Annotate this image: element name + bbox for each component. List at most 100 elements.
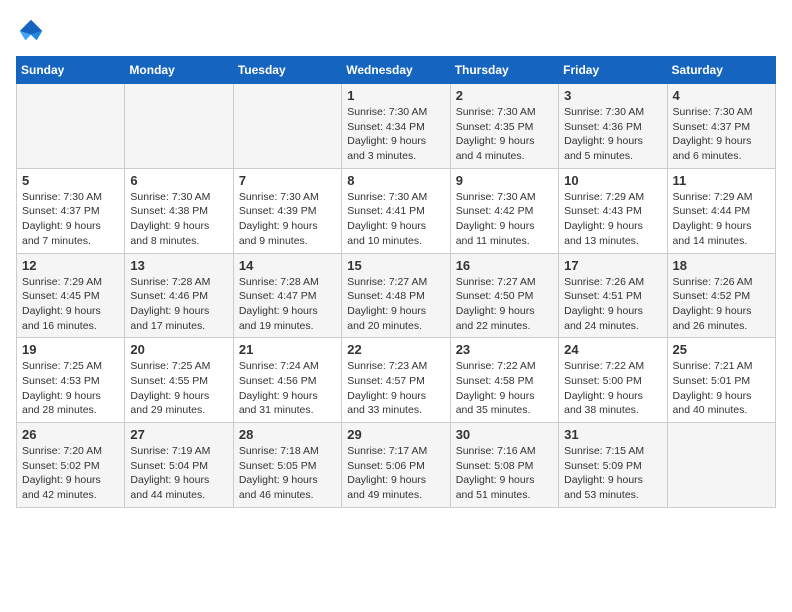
calendar-cell: 1Sunrise: 7:30 AM Sunset: 4:34 PM Daylig…: [342, 84, 450, 169]
day-number: 23: [456, 342, 553, 357]
day-info: Sunrise: 7:29 AM Sunset: 4:45 PM Dayligh…: [22, 275, 119, 334]
calendar-cell: 15 Sunrise: 7:27 AM Sunset: 4:48 PM Dayli…: [342, 253, 450, 338]
calendar-cell: 5 Sunrise: 7:30 AM Sunset: 4:37 PM Daylig…: [17, 168, 125, 253]
day-info: Sunrise: 7:21 AM Sunset: 5:01 PM Dayligh…: [673, 359, 770, 418]
calendar-cell: 23 Sunrise: 7:22 AM Sunset: 4:58 PM Dayli…: [450, 338, 558, 423]
calendar-cell: [125, 84, 233, 169]
calendar-cell: 28Sunrise: 7:18 AM Sunset: 5:05 PM Dayli…: [233, 423, 341, 508]
calendar-cell: 24 Sunrise: 7:22 AM Sunset: 5:00 PM Dayli…: [559, 338, 667, 423]
calendar-header: SundayMondayTuesdayWednesdayThursdayFrid…: [17, 57, 776, 84]
day-number: 15: [347, 258, 444, 273]
day-number: 11: [673, 173, 770, 188]
header-day-wednesday: Wednesday: [342, 57, 450, 84]
calendar-cell: 17 Sunrise: 7:26 AM Sunset: 4:51 PM Dayli…: [559, 253, 667, 338]
calendar-cell: 31Sunrise: 7:15 AM Sunset: 5:09 PM Dayli…: [559, 423, 667, 508]
calendar-cell: 21 Sunrise: 7:24 AM Sunset: 4:56 PM Dayli…: [233, 338, 341, 423]
calendar-cell: 13 Sunrise: 7:28 AM Sunset: 4:46 PM Dayli…: [125, 253, 233, 338]
day-number: 24: [564, 342, 661, 357]
calendar-cell: 16 Sunrise: 7:27 AM Sunset: 4:50 PM Dayli…: [450, 253, 558, 338]
calendar-body: 1Sunrise: 7:30 AM Sunset: 4:34 PM Daylig…: [17, 84, 776, 508]
calendar-table: SundayMondayTuesdayWednesdayThursdayFrid…: [16, 56, 776, 508]
day-number: 10: [564, 173, 661, 188]
day-number: 16: [456, 258, 553, 273]
day-number: 5: [22, 173, 119, 188]
calendar-cell: 6 Sunrise: 7:30 AM Sunset: 4:38 PM Daylig…: [125, 168, 233, 253]
day-number: 20: [130, 342, 227, 357]
calendar-week-5: 26Sunrise: 7:20 AM Sunset: 5:02 PM Dayli…: [17, 423, 776, 508]
day-number: 22: [347, 342, 444, 357]
day-number: 29: [347, 427, 444, 442]
calendar-cell: 14 Sunrise: 7:28 AM Sunset: 4:47 PM Dayli…: [233, 253, 341, 338]
day-info: Sunrise: 7:25 AM Sunset: 4:55 PM Dayligh…: [130, 359, 227, 418]
calendar-cell: 12 Sunrise: 7:29 AM Sunset: 4:45 PM Dayli…: [17, 253, 125, 338]
calendar-week-1: 1Sunrise: 7:30 AM Sunset: 4:34 PM Daylig…: [17, 84, 776, 169]
day-info: Sunrise: 7:19 AM Sunset: 5:04 PM Dayligh…: [130, 444, 227, 503]
calendar-cell: [233, 84, 341, 169]
day-info: Sunrise: 7:15 AM Sunset: 5:09 PM Dayligh…: [564, 444, 661, 503]
day-info: Sunrise: 7:22 AM Sunset: 4:58 PM Dayligh…: [456, 359, 553, 418]
day-info: Sunrise: 7:29 AM Sunset: 4:43 PM Dayligh…: [564, 190, 661, 249]
day-number: 27: [130, 427, 227, 442]
calendar-cell: 3Sunrise: 7:30 AM Sunset: 4:36 PM Daylig…: [559, 84, 667, 169]
calendar-cell: 18 Sunrise: 7:26 AM Sunset: 4:52 PM Dayli…: [667, 253, 775, 338]
header-day-thursday: Thursday: [450, 57, 558, 84]
header-day-friday: Friday: [559, 57, 667, 84]
day-number: 18: [673, 258, 770, 273]
header-day-monday: Monday: [125, 57, 233, 84]
day-number: 6: [130, 173, 227, 188]
day-number: 2: [456, 88, 553, 103]
day-info: Sunrise: 7:24 AM Sunset: 4:56 PM Dayligh…: [239, 359, 336, 418]
calendar-cell: 7 Sunrise: 7:30 AM Sunset: 4:39 PM Daylig…: [233, 168, 341, 253]
day-info: Sunrise: 7:27 AM Sunset: 4:50 PM Dayligh…: [456, 275, 553, 334]
day-info: Sunrise: 7:28 AM Sunset: 4:46 PM Dayligh…: [130, 275, 227, 334]
day-number: 30: [456, 427, 553, 442]
day-info: Sunrise: 7:28 AM Sunset: 4:47 PM Dayligh…: [239, 275, 336, 334]
page-header: [16, 16, 776, 46]
calendar-cell: 22 Sunrise: 7:23 AM Sunset: 4:57 PM Dayli…: [342, 338, 450, 423]
calendar-cell: 25Sunrise: 7:21 AM Sunset: 5:01 PM Dayli…: [667, 338, 775, 423]
day-info: Sunrise: 7:30 AM Sunset: 4:37 PM Dayligh…: [22, 190, 119, 249]
calendar-week-4: 19Sunrise: 7:25 AM Sunset: 4:53 PM Dayli…: [17, 338, 776, 423]
day-info: Sunrise: 7:29 AM Sunset: 4:44 PM Dayligh…: [673, 190, 770, 249]
calendar-cell: 9 Sunrise: 7:30 AM Sunset: 4:42 PM Daylig…: [450, 168, 558, 253]
day-info: Sunrise: 7:30 AM Sunset: 4:38 PM Dayligh…: [130, 190, 227, 249]
header-day-tuesday: Tuesday: [233, 57, 341, 84]
day-info: Sunrise: 7:26 AM Sunset: 4:52 PM Dayligh…: [673, 275, 770, 334]
day-info: Sunrise: 7:22 AM Sunset: 5:00 PM Dayligh…: [564, 359, 661, 418]
day-number: 9: [456, 173, 553, 188]
logo: [16, 16, 50, 46]
day-info: Sunrise: 7:27 AM Sunset: 4:48 PM Dayligh…: [347, 275, 444, 334]
day-info: Sunrise: 7:25 AM Sunset: 4:53 PM Dayligh…: [22, 359, 119, 418]
calendar-week-2: 5 Sunrise: 7:30 AM Sunset: 4:37 PM Daylig…: [17, 168, 776, 253]
calendar-cell: 19Sunrise: 7:25 AM Sunset: 4:53 PM Dayli…: [17, 338, 125, 423]
day-number: 17: [564, 258, 661, 273]
day-number: 14: [239, 258, 336, 273]
day-number: 21: [239, 342, 336, 357]
day-number: 7: [239, 173, 336, 188]
day-info: Sunrise: 7:26 AM Sunset: 4:51 PM Dayligh…: [564, 275, 661, 334]
day-number: 12: [22, 258, 119, 273]
day-info: Sunrise: 7:18 AM Sunset: 5:05 PM Dayligh…: [239, 444, 336, 503]
day-info: Sunrise: 7:30 AM Sunset: 4:41 PM Dayligh…: [347, 190, 444, 249]
calendar-cell: 29 Sunrise: 7:17 AM Sunset: 5:06 PM Dayli…: [342, 423, 450, 508]
calendar-cell: 2Sunrise: 7:30 AM Sunset: 4:35 PM Daylig…: [450, 84, 558, 169]
calendar-cell: 11 Sunrise: 7:29 AM Sunset: 4:44 PM Dayli…: [667, 168, 775, 253]
day-info: Sunrise: 7:17 AM Sunset: 5:06 PM Dayligh…: [347, 444, 444, 503]
calendar-week-3: 12 Sunrise: 7:29 AM Sunset: 4:45 PM Dayli…: [17, 253, 776, 338]
calendar-cell: 30Sunrise: 7:16 AM Sunset: 5:08 PM Dayli…: [450, 423, 558, 508]
day-number: 26: [22, 427, 119, 442]
calendar-cell: [17, 84, 125, 169]
day-info: Sunrise: 7:30 AM Sunset: 4:37 PM Dayligh…: [673, 105, 770, 164]
calendar-cell: 20 Sunrise: 7:25 AM Sunset: 4:55 PM Dayli…: [125, 338, 233, 423]
day-number: 13: [130, 258, 227, 273]
day-info: Sunrise: 7:23 AM Sunset: 4:57 PM Dayligh…: [347, 359, 444, 418]
calendar-cell: 10 Sunrise: 7:29 AM Sunset: 4:43 PM Dayli…: [559, 168, 667, 253]
logo-icon: [16, 16, 46, 46]
header-day-saturday: Saturday: [667, 57, 775, 84]
day-info: Sunrise: 7:30 AM Sunset: 4:42 PM Dayligh…: [456, 190, 553, 249]
day-info: Sunrise: 7:30 AM Sunset: 4:36 PM Dayligh…: [564, 105, 661, 164]
header-row: SundayMondayTuesdayWednesdayThursdayFrid…: [17, 57, 776, 84]
day-info: Sunrise: 7:30 AM Sunset: 4:39 PM Dayligh…: [239, 190, 336, 249]
calendar-cell: 27 Sunrise: 7:19 AM Sunset: 5:04 PM Dayli…: [125, 423, 233, 508]
calendar-cell: 26Sunrise: 7:20 AM Sunset: 5:02 PM Dayli…: [17, 423, 125, 508]
